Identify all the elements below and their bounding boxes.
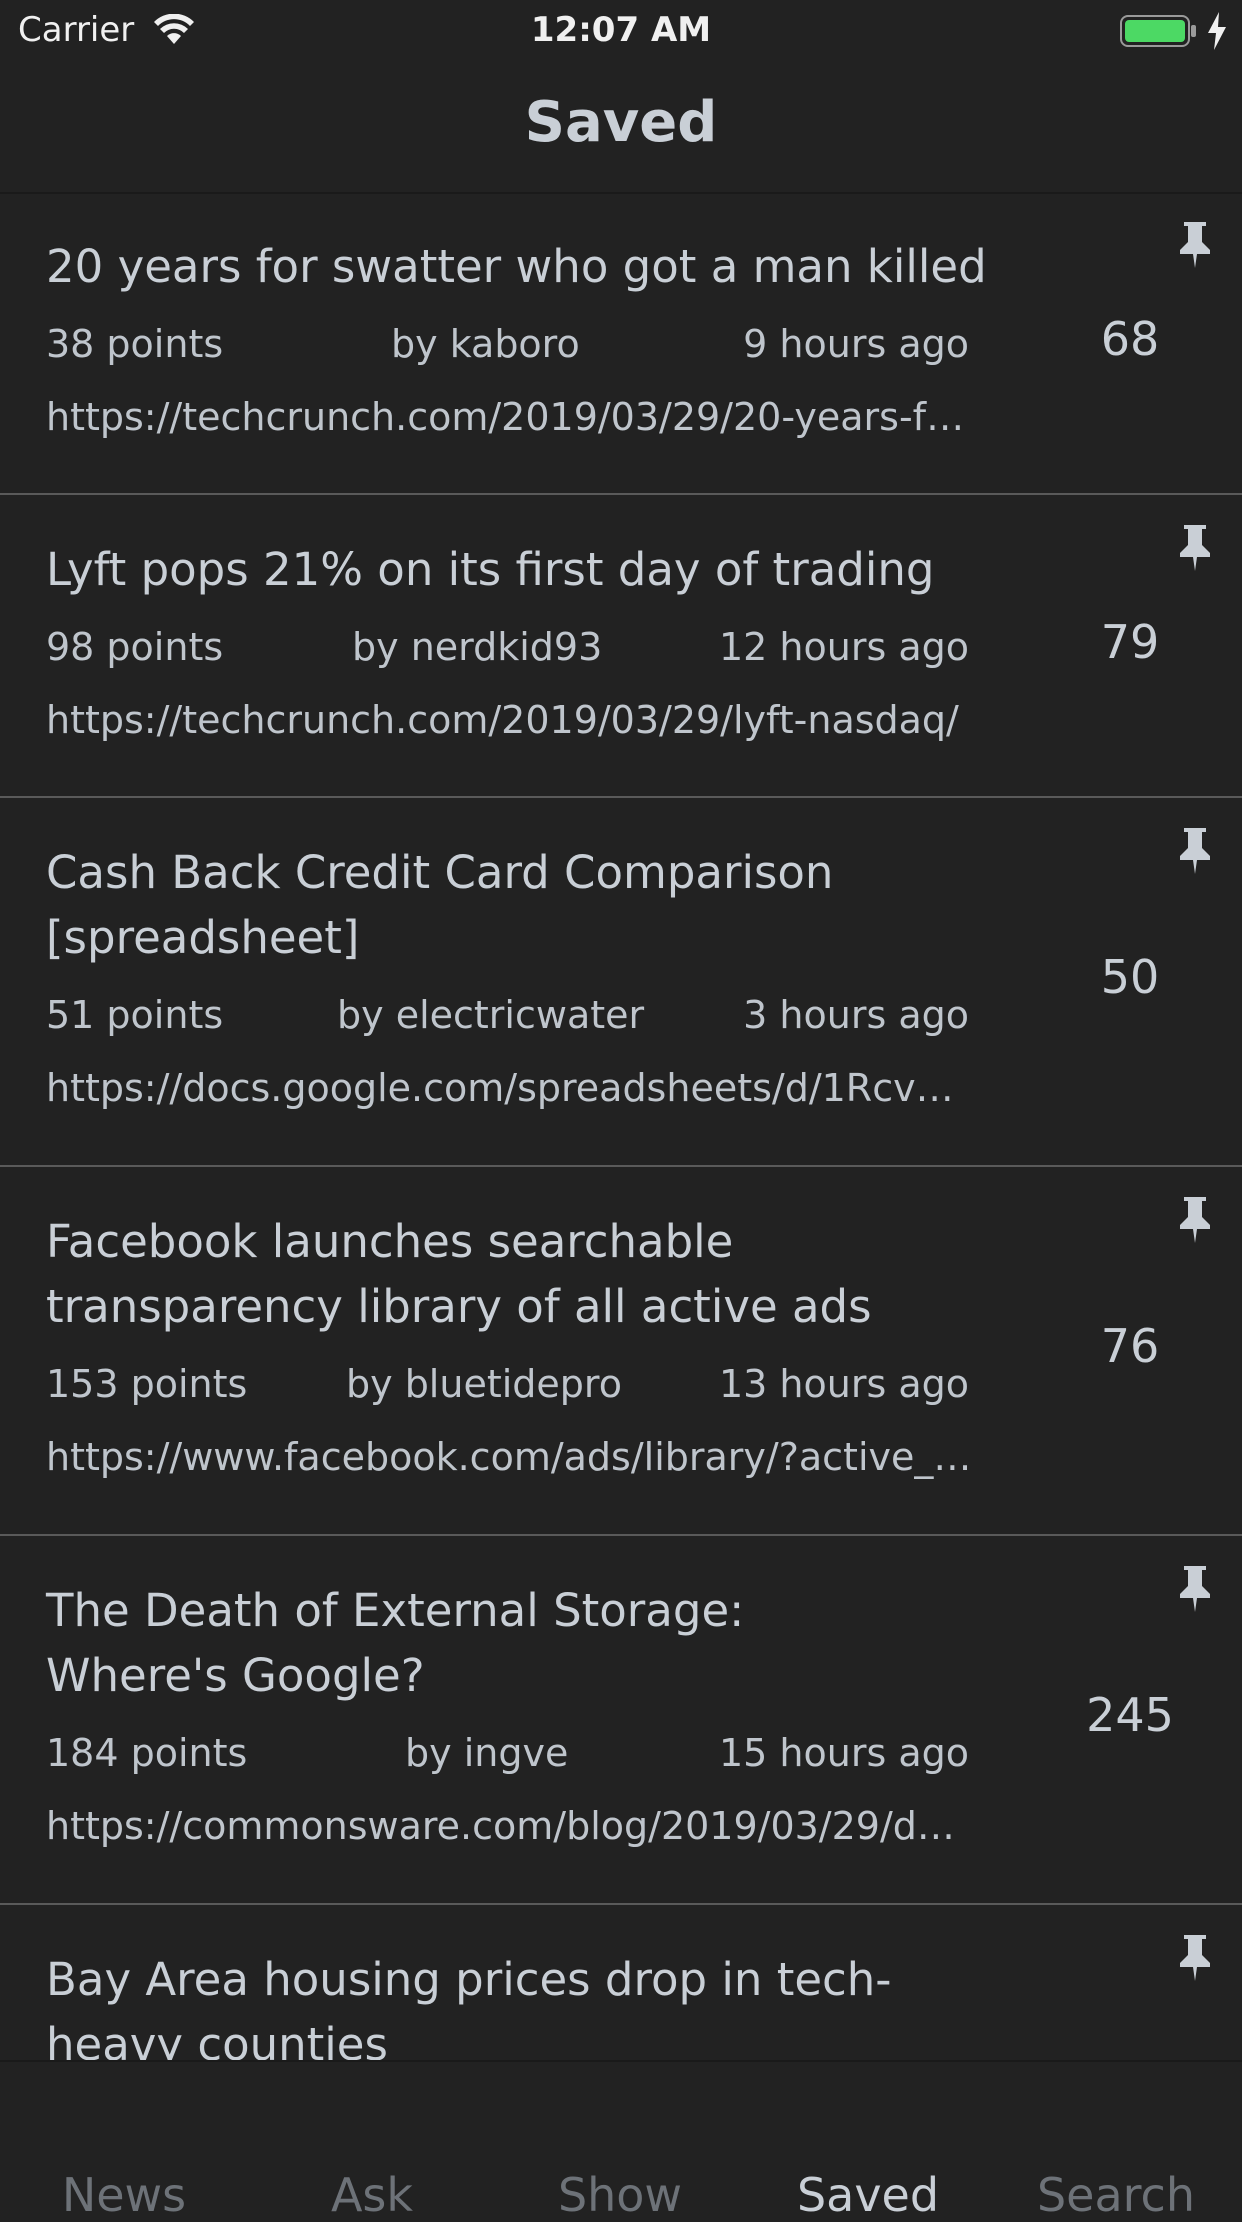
story-author[interactable]: by bluetidepro [346,1362,622,1406]
story-row[interactable]: Lyft pops 21% on its first day of tradin… [0,495,1242,798]
story-author[interactable]: by nerdkid93 [352,625,602,669]
pin-icon[interactable] [1176,523,1214,573]
navigation-bar: Saved [0,62,1242,194]
pin-icon[interactable] [1176,826,1214,876]
story-title[interactable]: Cash Back Credit Card Comparison [spread… [46,840,906,970]
story-points: 184 points [46,1731,248,1775]
story-row[interactable]: The Death of External Storage: Where's G… [0,1536,1242,1905]
comment-count[interactable]: 76 [1050,1319,1210,1373]
story-points: 153 points [46,1362,248,1406]
story-points: 98 points [46,625,224,669]
story-time: 3 hours ago [743,993,969,1037]
clock: 12:07 AM [530,10,712,50]
page-title: Saved [524,90,718,155]
tab-label: Search [1036,2168,1196,2222]
comment-count[interactable]: 79 [1050,615,1210,669]
tab-label: Show [557,2168,683,2222]
status-bar: Carrier 12:07 AM [0,0,1242,62]
battery-icon [1120,15,1196,47]
story-time: 15 hours ago [718,1731,969,1775]
tab-search[interactable]: Search [992,2062,1242,2218]
story-time: 12 hours ago [718,625,969,669]
charging-bolt-icon [1208,12,1226,50]
comment-count[interactable]: 50 [1050,950,1210,1004]
story-url[interactable]: https://commonsware.com/blog/2019/03/29/… [46,1804,976,1848]
pin-icon[interactable] [1176,1933,1214,1983]
story-title[interactable]: 20 years for swatter who got a man kille… [46,234,1016,299]
story-time: 9 hours ago [743,322,969,366]
story-time: 13 hours ago [718,1362,969,1406]
tab-label: Saved [796,2168,940,2222]
story-row[interactable]: Facebook launches searchable transparenc… [0,1167,1242,1536]
story-row[interactable]: Bay Area housing prices drop in tech-hea… [0,1905,1242,2060]
story-author[interactable]: by ingve [405,1731,568,1775]
tab-ask[interactable]: Ask [248,2062,496,2218]
tab-show[interactable]: Show [496,2062,744,2218]
saved-stories-list[interactable]: 20 years for swatter who got a man kille… [0,192,1242,2060]
story-author[interactable]: by kaboro [391,322,580,366]
story-title[interactable]: Facebook launches searchable transparenc… [46,1209,906,1339]
story-points: 51 points [46,993,224,1037]
story-title[interactable]: Bay Area housing prices drop in tech-hea… [46,1947,906,2060]
story-author[interactable]: by electricwater [337,993,644,1037]
story-url[interactable]: https://www.facebook.com/ads/library/?ac… [46,1435,976,1479]
pin-icon[interactable] [1176,1195,1214,1245]
tab-bar: News Ask Show Saved Search [0,2060,1242,2218]
tab-saved[interactable]: Saved [744,2062,992,2218]
tab-news[interactable]: News [0,2062,248,2218]
comment-count[interactable]: 68 [1050,312,1210,366]
story-row[interactable]: Cash Back Credit Card Comparison [spread… [0,798,1242,1167]
story-url[interactable]: https://techcrunch.com/2019/03/29/20-yea… [46,395,976,439]
pin-icon[interactable] [1176,220,1214,270]
tab-label: Ask [330,2168,414,2222]
pin-icon[interactable] [1176,1564,1214,1614]
story-url[interactable]: https://techcrunch.com/2019/03/29/lyft-n… [46,698,976,742]
tab-label: News [61,2168,187,2222]
story-points: 38 points [46,322,224,366]
story-title[interactable]: The Death of External Storage: Where's G… [46,1578,806,1708]
comment-count[interactable]: 245 [1050,1688,1210,1742]
story-url[interactable]: https://docs.google.com/spreadsheets/d/1… [46,1066,976,1110]
story-row[interactable]: 20 years for swatter who got a man kille… [0,192,1242,495]
story-title[interactable]: Lyft pops 21% on its first day of tradin… [46,537,1016,602]
